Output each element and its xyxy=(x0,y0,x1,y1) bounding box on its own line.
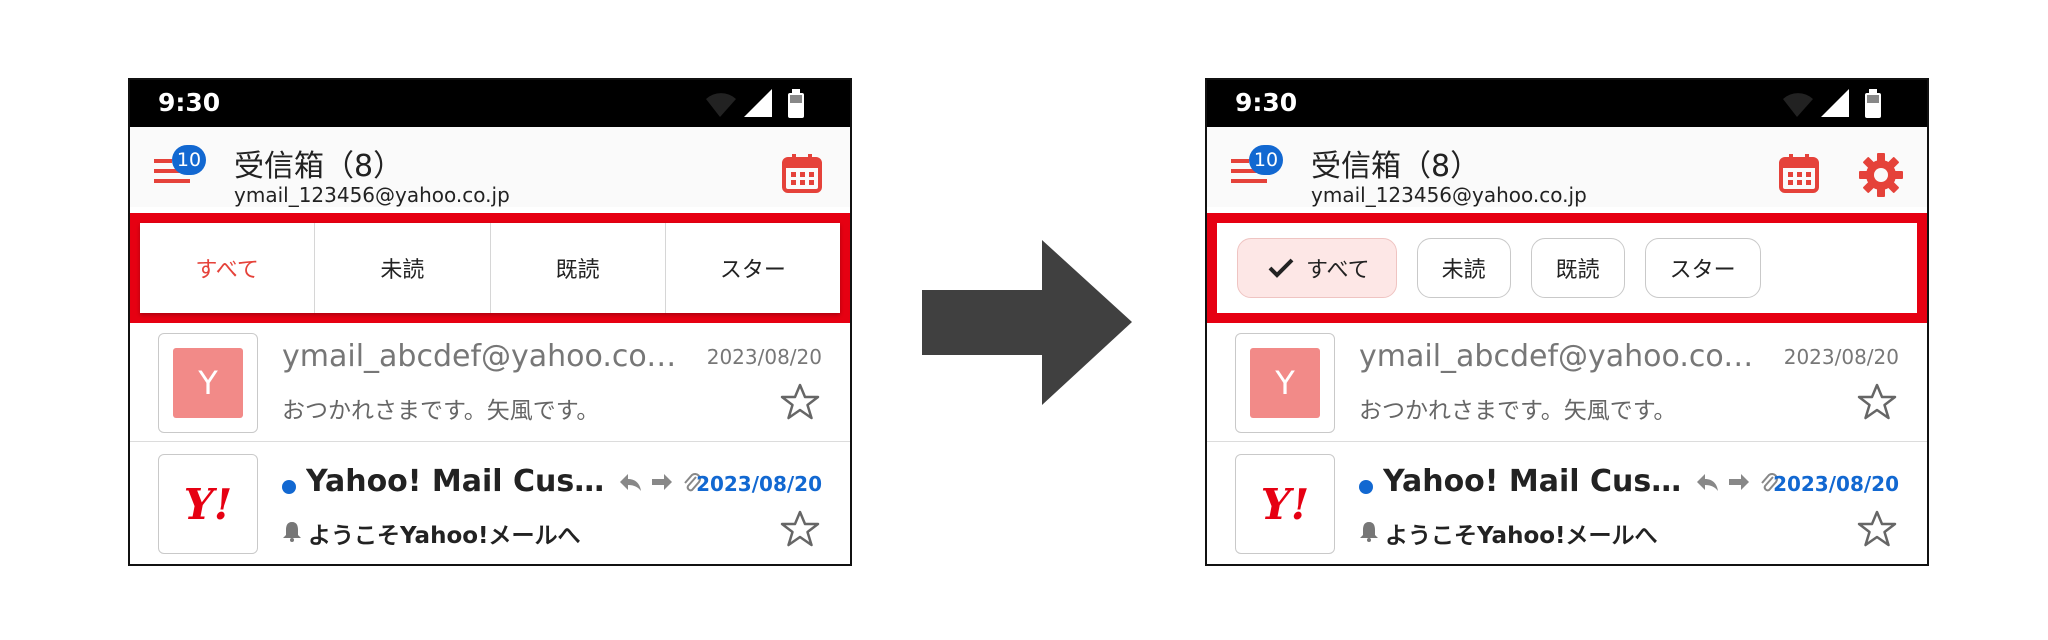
avatar-letter: Y xyxy=(1250,348,1320,418)
settings-button[interactable] xyxy=(1859,153,1903,197)
mail-sender: Yahoo! Mail Customer Support xyxy=(1383,464,1683,499)
sender-avatar: Y! xyxy=(158,454,258,554)
mail-subject: ようこそYahoo!メールへ xyxy=(1385,523,1658,549)
filter-chip-read[interactable]: 既読 xyxy=(1530,238,1625,298)
filter-tab-all[interactable]: すべて xyxy=(140,223,315,313)
system-icons xyxy=(706,87,826,123)
filter-highlight-frame: すべて 未読 既読 スター xyxy=(1207,213,1927,323)
app-header: 10 受信箱（8） ymail_123456@yahoo.co.jp xyxy=(1207,127,1927,207)
sender-avatar: Y xyxy=(1235,333,1335,433)
mail-list-item[interactable]: Y ymail_abcdef@yahoo.co.jp 2023/08/20 おつ… xyxy=(1207,323,1927,442)
filter-chips: すべて 未読 既読 スター xyxy=(1217,223,1917,313)
bell-icon xyxy=(283,522,301,542)
mail-subject: おつかれさまです。矢風です。 xyxy=(1359,398,1677,424)
app-header: 10 受信箱（8） ymail_123456@yahoo.co.jp xyxy=(130,127,850,207)
filter-tab-read[interactable]: 既読 xyxy=(489,223,665,313)
check-icon xyxy=(1268,258,1294,278)
mail-sender: ymail_abcdef@yahoo.co.jp xyxy=(1359,339,1759,374)
calendar-button[interactable] xyxy=(1779,153,1823,197)
filter-highlight-frame: すべて 未読 既読 スター xyxy=(130,213,850,323)
filter-chip-unread[interactable]: 未読 xyxy=(1416,238,1511,298)
mail-list-item[interactable]: Y! Yahoo! Mail Customer Support 2023/08/… xyxy=(130,442,850,564)
mail-date: 2023/08/20 xyxy=(1773,472,1899,496)
unread-count-badge: 10 xyxy=(1249,145,1283,175)
status-time: 9:30 xyxy=(158,88,221,117)
wifi-icon xyxy=(706,93,736,117)
forward-icon xyxy=(652,474,672,490)
signal-icon xyxy=(1821,89,1849,117)
sender-avatar: Y! xyxy=(1235,454,1335,554)
yahoo-logo: Y! xyxy=(1260,479,1310,529)
unread-count-badge: 10 xyxy=(172,145,206,175)
filter-tabs: すべて 未読 既読 スター xyxy=(140,223,840,313)
account-email: ymail_123456@yahoo.co.jp xyxy=(234,183,510,207)
bell-icon xyxy=(1360,522,1378,542)
mail-sender: Yahoo! Mail Customer Support xyxy=(306,464,606,499)
mail-date: 2023/08/20 xyxy=(1783,345,1899,369)
phone-screen-after: 9:30 10 受信箱（8） ymail_123456@yahoo.co.jp xyxy=(1205,78,1929,566)
filter-chip-all[interactable]: すべて xyxy=(1237,238,1397,298)
mail-status-icons xyxy=(618,472,702,494)
mail-subject: おつかれさまです。矢風です。 xyxy=(282,398,600,424)
filter-tab-unread[interactable]: 未読 xyxy=(314,223,490,313)
calendar-icon xyxy=(1779,154,1819,193)
star-outline-icon[interactable] xyxy=(780,510,820,548)
mail-list-item[interactable]: Y ymail_abcdef@yahoo.co.jp 2023/08/20 おつ… xyxy=(130,323,850,442)
page-title: 受信箱（8） xyxy=(1311,149,1481,184)
status-bar: 9:30 xyxy=(130,80,850,127)
filter-chip-label: すべて xyxy=(1306,258,1370,283)
account-email: ymail_123456@yahoo.co.jp xyxy=(1311,183,1587,207)
page-title: 受信箱（8） xyxy=(234,149,404,184)
reply-icon xyxy=(1697,474,1718,491)
mail-date: 2023/08/20 xyxy=(696,472,822,496)
unread-dot xyxy=(282,480,296,494)
star-outline-icon[interactable] xyxy=(1857,383,1897,421)
phone-screen-before: 9:30 10 受信箱（8） ymail_123456@yahoo.co.jp xyxy=(128,78,852,566)
calendar-icon xyxy=(782,154,822,193)
calendar-button[interactable] xyxy=(782,153,826,197)
star-outline-icon[interactable] xyxy=(1857,510,1897,548)
star-outline-icon[interactable] xyxy=(780,383,820,421)
mail-list-item[interactable]: Y! Yahoo! Mail Customer Support 2023/08/… xyxy=(1207,442,1927,564)
mail-sender: ymail_abcdef@yahoo.co.jp xyxy=(282,339,682,374)
mail-status-icons xyxy=(1695,472,1779,494)
mail-date: 2023/08/20 xyxy=(706,345,822,369)
filter-tab-starred[interactable]: スター xyxy=(664,223,840,313)
gear-icon xyxy=(1859,153,1903,197)
sender-avatar: Y xyxy=(158,333,258,433)
status-time: 9:30 xyxy=(1235,88,1298,117)
menu-button[interactable]: 10 xyxy=(154,145,214,193)
menu-button[interactable]: 10 xyxy=(1231,145,1291,193)
unread-dot xyxy=(1359,480,1373,494)
yahoo-logo: Y! xyxy=(183,479,233,529)
system-icons xyxy=(1783,87,1903,123)
wifi-icon xyxy=(1783,93,1813,117)
mail-subject: ようこそYahoo!メールへ xyxy=(308,523,581,549)
status-bar: 9:30 xyxy=(1207,80,1927,127)
avatar-letter: Y xyxy=(173,348,243,418)
transition-arrow xyxy=(922,240,1132,405)
filter-chip-starred[interactable]: スター xyxy=(1644,238,1761,298)
signal-icon xyxy=(744,89,772,117)
forward-icon xyxy=(1729,474,1749,490)
reply-icon xyxy=(620,474,641,491)
